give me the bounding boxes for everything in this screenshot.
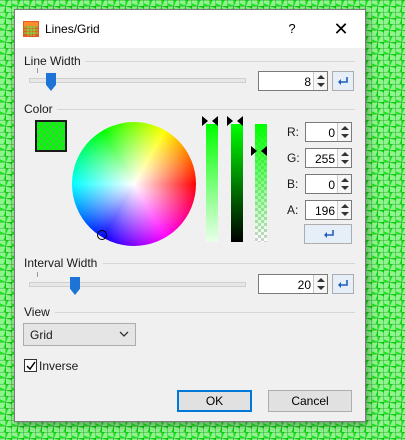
current-color-swatch [35, 120, 67, 152]
close-button[interactable]: ✕ [323, 18, 359, 40]
alpha-bar[interactable] [255, 124, 267, 242]
interval-width-slider-thumb[interactable] [70, 277, 80, 295]
lines-grid-dialog: Lines/Grid ? ✕ Line Width 8 Color R: 0 G… [14, 9, 366, 422]
interval-width-label: Interval Width [24, 256, 98, 270]
spin-up-icon[interactable] [341, 178, 349, 182]
spin-down-icon[interactable] [341, 134, 349, 138]
color-divider [57, 109, 355, 110]
view-divider [55, 312, 355, 313]
interval-width-divider [103, 263, 355, 264]
help-button[interactable]: ? [277, 18, 307, 40]
line-width-divider [85, 61, 355, 62]
a-value: 196 [314, 204, 335, 218]
spin-down-icon[interactable] [341, 212, 349, 216]
spin-up-icon[interactable] [341, 126, 349, 130]
reset-arrow-icon [324, 230, 334, 238]
line-width-spin-arrows[interactable] [313, 72, 327, 90]
b-label: B: [287, 177, 299, 191]
lightness-bar[interactable] [206, 124, 218, 242]
spin-up-icon[interactable] [317, 75, 325, 79]
brightness-marker-left[interactable] [227, 116, 233, 126]
b-value: 0 [328, 178, 335, 192]
spin-down-icon[interactable] [341, 186, 349, 190]
line-width-slider-track[interactable] [29, 78, 246, 83]
g-spin-arrows[interactable] [337, 149, 351, 167]
color-wheel-marker[interactable] [97, 230, 107, 240]
help-icon: ? [288, 21, 296, 36]
reset-arrow-icon [338, 77, 348, 85]
spin-up-icon[interactable] [341, 152, 349, 156]
line-width-slider-tick [37, 68, 38, 73]
inverse-checkbox[interactable] [24, 359, 37, 372]
ok-button[interactable]: OK [177, 390, 252, 412]
close-icon: ✕ [333, 19, 349, 39]
spin-down-icon[interactable] [317, 83, 325, 87]
lightness-marker-left[interactable] [202, 116, 208, 126]
view-selected-value: Grid [30, 328, 53, 342]
cancel-button[interactable]: Cancel [268, 390, 352, 412]
view-label: View [24, 305, 50, 319]
interval-width-slider-tick [37, 272, 38, 277]
window-title: Lines/Grid [45, 22, 100, 36]
line-width-value: 8 [304, 75, 311, 89]
title-bar: Lines/Grid ? ✕ [15, 10, 365, 48]
line-width-slider-thumb[interactable] [46, 73, 56, 91]
lightness-marker-right[interactable] [212, 116, 218, 126]
alpha-marker-left[interactable] [251, 146, 257, 156]
reset-arrow-icon [338, 280, 348, 288]
a-spinbox[interactable]: 196 [305, 200, 352, 220]
line-width-reset-button[interactable] [332, 71, 354, 91]
brightness-bar[interactable] [231, 124, 243, 242]
spin-up-icon[interactable] [317, 278, 325, 282]
grid-app-icon [23, 21, 39, 37]
b-spin-arrows[interactable] [337, 175, 351, 193]
spin-down-icon[interactable] [317, 286, 325, 290]
interval-width-value: 20 [297, 278, 311, 292]
spin-up-icon[interactable] [341, 204, 349, 208]
interval-width-reset-button[interactable] [332, 274, 354, 294]
interval-width-spin-arrows[interactable] [313, 275, 327, 293]
color-label: Color [24, 102, 53, 116]
line-width-label: Line Width [24, 54, 81, 68]
g-spinbox[interactable]: 255 [305, 148, 352, 168]
interval-width-slider-track[interactable] [29, 282, 246, 287]
chevron-down-icon [119, 331, 129, 337]
alpha-marker-right[interactable] [261, 146, 267, 156]
r-spin-arrows[interactable] [337, 123, 351, 141]
spin-down-icon[interactable] [341, 160, 349, 164]
b-spinbox[interactable]: 0 [305, 174, 352, 194]
brightness-marker-right[interactable] [237, 116, 243, 126]
hue-saturation-wheel[interactable] [72, 122, 196, 246]
line-width-spinbox[interactable]: 8 [258, 71, 328, 91]
a-spin-arrows[interactable] [337, 201, 351, 219]
g-value: 255 [314, 152, 335, 166]
a-label: A: [287, 203, 299, 217]
g-label: G: [287, 151, 300, 165]
inverse-label[interactable]: Inverse [39, 359, 78, 373]
view-select[interactable]: Grid [23, 323, 136, 346]
interval-width-spinbox[interactable]: 20 [258, 274, 328, 294]
checkmark-icon [26, 361, 36, 371]
r-value: 0 [328, 126, 335, 140]
r-label: R: [287, 125, 299, 139]
r-spinbox[interactable]: 0 [305, 122, 352, 142]
color-reset-button[interactable] [304, 224, 352, 244]
